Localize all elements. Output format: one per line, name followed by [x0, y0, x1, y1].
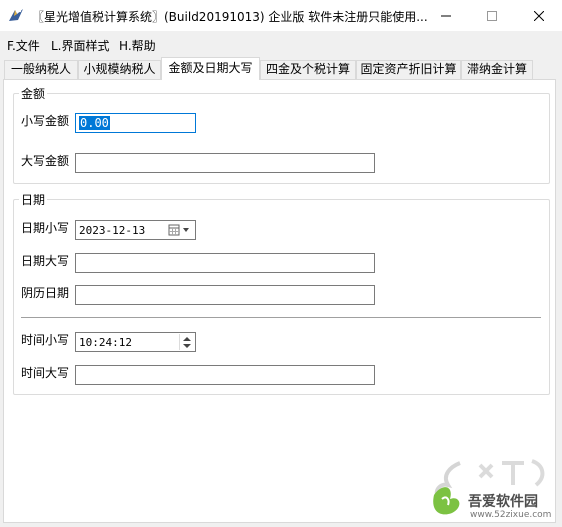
date-upper-field[interactable]: [75, 253, 375, 273]
tab-small-taxpayer[interactable]: 小规模纳税人: [78, 60, 161, 79]
tab-strip: 一般纳税人 小规模纳税人 金额及日期大写 四金及个税计算 固定资产折旧计算 滞纳…: [0, 57, 562, 80]
date-lower-picker[interactable]: 2023-12-13: [75, 220, 196, 240]
lunar-date-field[interactable]: [75, 285, 375, 305]
date-group-title: 日期: [19, 191, 48, 208]
date-lower-label: 日期小写: [21, 221, 70, 235]
chevron-down-icon: [183, 228, 189, 232]
minimize-button[interactable]: [423, 0, 469, 31]
lower-amount-label: 小写金额: [21, 114, 70, 128]
chevron-down-icon: [183, 343, 191, 348]
upper-amount-label: 大写金额: [21, 154, 70, 168]
time-lower-label: 时间小写: [21, 333, 70, 347]
chevron-up-icon: [183, 336, 191, 341]
lunar-date-label: 阴历日期: [21, 286, 70, 300]
section-divider: [21, 317, 541, 318]
watermark-site-url: www.52zixue.com: [470, 510, 552, 520]
time-upper-field[interactable]: [75, 365, 375, 385]
tab-amount-date-uppercase[interactable]: 金额及日期大写: [161, 57, 260, 80]
tab-general-taxpayer[interactable]: 一般纳税人: [4, 60, 78, 79]
window-title: 〖星光增值税计算系统〗(Build20191013) 企业版 软件未注册只能使用…: [32, 10, 428, 24]
menu-help[interactable]: H.帮助: [119, 37, 156, 54]
time-upper-label: 时间大写: [21, 366, 70, 380]
menu-interface-style[interactable]: L.界面样式: [51, 37, 110, 54]
tab-depreciation[interactable]: 固定资产折旧计算: [356, 60, 461, 79]
calendar-icon: [168, 224, 180, 236]
spin-up-button[interactable]: [180, 334, 194, 342]
date-upper-label: 日期大写: [21, 254, 70, 268]
maximize-button[interactable]: [469, 0, 515, 31]
minimize-icon: [441, 15, 451, 16]
calendar-dropdown-button[interactable]: [166, 222, 194, 238]
tab-fund-tax[interactable]: 四金及个税计算: [260, 60, 356, 79]
close-icon: [534, 10, 544, 21]
time-spinner[interactable]: [179, 334, 194, 350]
tab-late-fee[interactable]: 滞纳金计算: [461, 60, 533, 79]
upper-amount-field[interactable]: [75, 153, 375, 173]
amount-group-title: 金额: [19, 85, 48, 102]
close-button[interactable]: [516, 0, 562, 31]
menu-bar: F.文件 L.界面样式 H.帮助: [0, 31, 562, 57]
menu-file[interactable]: F.文件: [7, 37, 40, 54]
lower-amount-input[interactable]: 0.00: [75, 113, 196, 133]
app-bird-icon[interactable]: [7, 6, 25, 24]
lower-amount-value: 0.00: [79, 116, 110, 130]
time-lower-value: 10:24:12: [79, 336, 132, 349]
title-bar: 〖星光增值税计算系统〗(Build20191013) 企业版 软件未注册只能使用…: [0, 0, 562, 31]
site-watermark: 吾爱软件园 www.52zixue.com: [420, 455, 560, 525]
date-lower-value: 2023-12-13: [79, 224, 146, 237]
maximize-icon: [487, 10, 497, 21]
watermark-site-name: 吾爱软件园: [468, 494, 538, 510]
time-lower-picker[interactable]: 10:24:12: [75, 332, 196, 352]
spin-down-button[interactable]: [180, 342, 194, 350]
